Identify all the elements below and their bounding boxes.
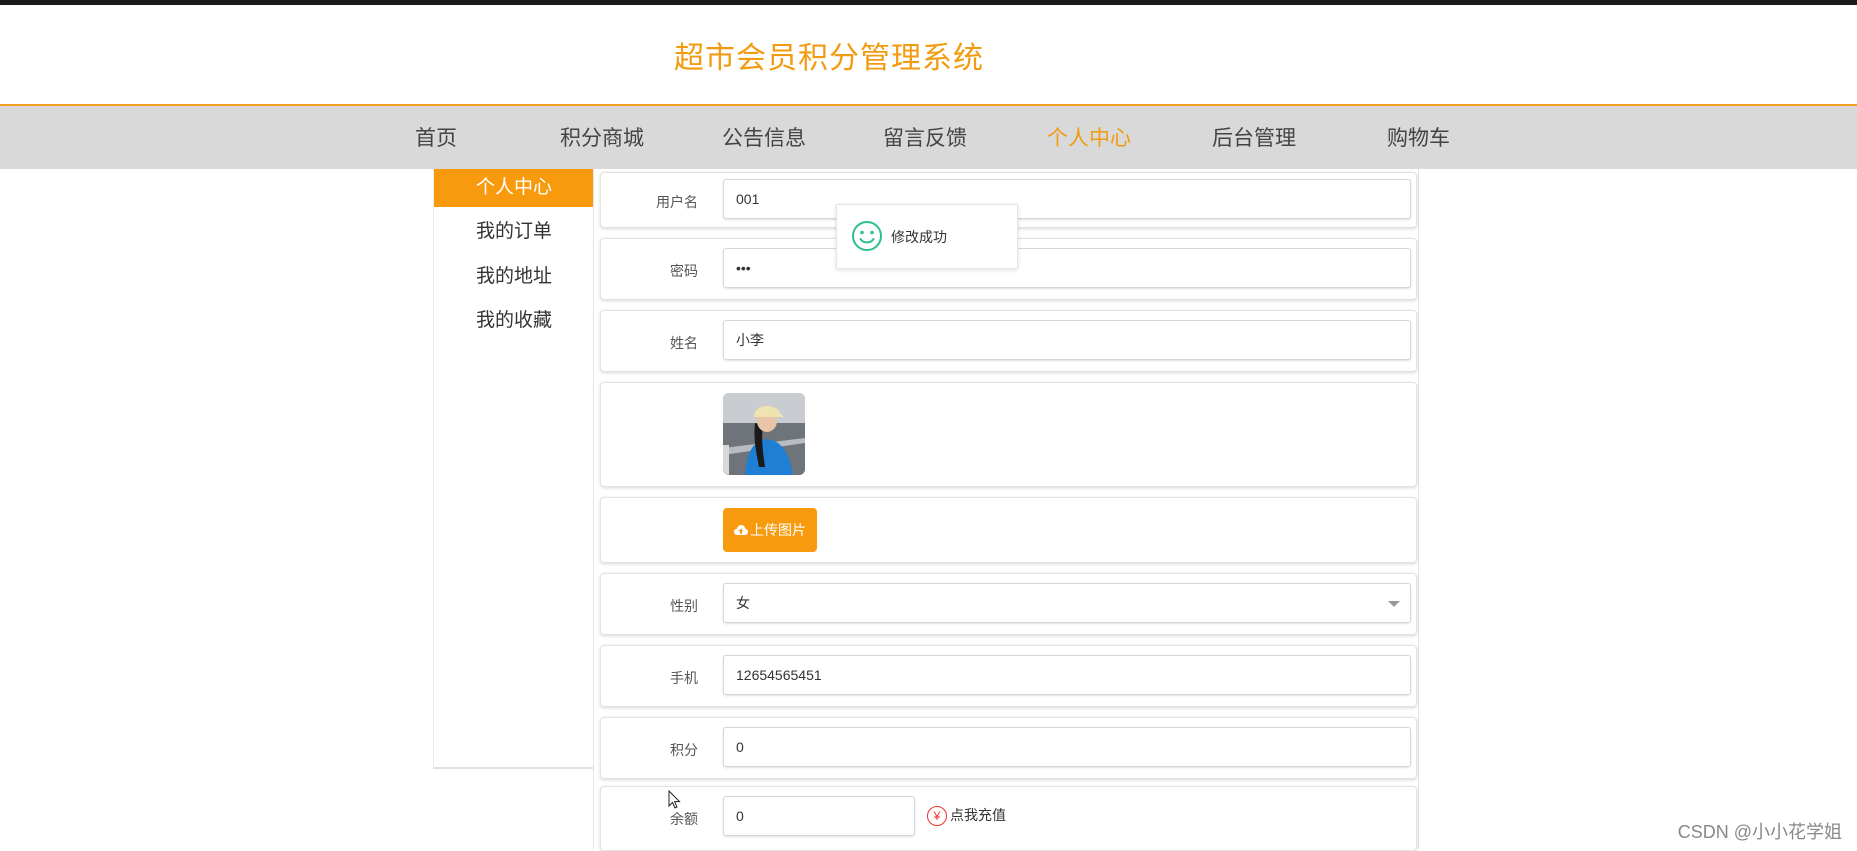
nav-admin[interactable]: 后台管理	[1212, 122, 1296, 152]
main-nav: 首页 积分商城 公告信息 留言反馈 个人中心 后台管理 购物车	[0, 106, 1857, 169]
password-label: 密码	[670, 263, 698, 279]
name-label: 姓名	[670, 335, 698, 351]
upload-button-label: 上传图片	[750, 522, 806, 538]
recharge-label: 点我充值	[950, 807, 1006, 823]
chevron-down-icon	[1388, 601, 1400, 607]
form-row-points: 积分 0	[600, 717, 1417, 779]
form-row-phone: 手机 12654565451	[600, 645, 1417, 707]
nav-home[interactable]: 首页	[415, 122, 457, 152]
points-label: 积分	[670, 742, 698, 758]
username-input[interactable]: 001	[723, 179, 1411, 219]
password-input[interactable]: •••	[723, 248, 1411, 288]
success-toast: 修改成功	[836, 204, 1018, 269]
toast-message: 修改成功	[891, 229, 947, 245]
form-row-balance: 余额 0 ¥ 点我充值	[600, 786, 1417, 851]
form-row-upload: 上传图片	[600, 497, 1417, 563]
points-input[interactable]: 0	[723, 727, 1411, 767]
site-header: 超市会员积分管理系统	[0, 5, 1857, 106]
mouse-cursor-icon	[668, 789, 682, 815]
balance-input[interactable]: 0	[723, 796, 915, 836]
sidebar-item-personal-center[interactable]: 个人中心	[434, 169, 594, 207]
nav-personal-center[interactable]: 个人中心	[1047, 122, 1131, 152]
recharge-link[interactable]: ¥ 点我充值	[927, 805, 1006, 827]
cloud-upload-icon	[734, 509, 748, 553]
site-title: 超市会员积分管理系统	[674, 42, 984, 75]
gender-label: 性别	[670, 598, 698, 614]
phone-input[interactable]: 12654565451	[723, 655, 1411, 695]
gender-select[interactable]: 女	[723, 583, 1411, 623]
nav-feedback[interactable]: 留言反馈	[883, 122, 967, 152]
upload-image-button[interactable]: 上传图片	[723, 508, 817, 552]
nav-announcements[interactable]: 公告信息	[722, 122, 806, 152]
username-label: 用户名	[656, 194, 698, 210]
yen-icon: ¥	[927, 806, 947, 827]
gender-selected-value: 女	[736, 595, 750, 611]
form-row-avatar	[600, 382, 1417, 487]
sidebar-item-orders[interactable]: 我的订单	[434, 213, 594, 251]
nav-cart[interactable]: 购物车	[1387, 122, 1450, 152]
sidebar-item-address[interactable]: 我的地址	[434, 258, 594, 296]
avatar-image	[723, 393, 805, 475]
watermark: CSDN @小小花学姐	[1677, 822, 1842, 842]
nav-points-mall[interactable]: 积分商城	[560, 122, 644, 152]
form-row-name: 姓名 小李	[600, 310, 1417, 372]
sidebar-item-favorites[interactable]: 我的收藏	[434, 302, 594, 340]
phone-label: 手机	[670, 670, 698, 686]
smile-icon	[851, 220, 883, 257]
sidebar: 个人中心 我的订单 我的地址 我的收藏	[433, 169, 594, 769]
profile-form: 用户名 001 密码 ••• 姓名 小李 上传图片 性别 女 手机 126545…	[593, 169, 1419, 851]
form-row-gender: 性别 女	[600, 573, 1417, 635]
name-input[interactable]: 小李	[723, 320, 1411, 360]
